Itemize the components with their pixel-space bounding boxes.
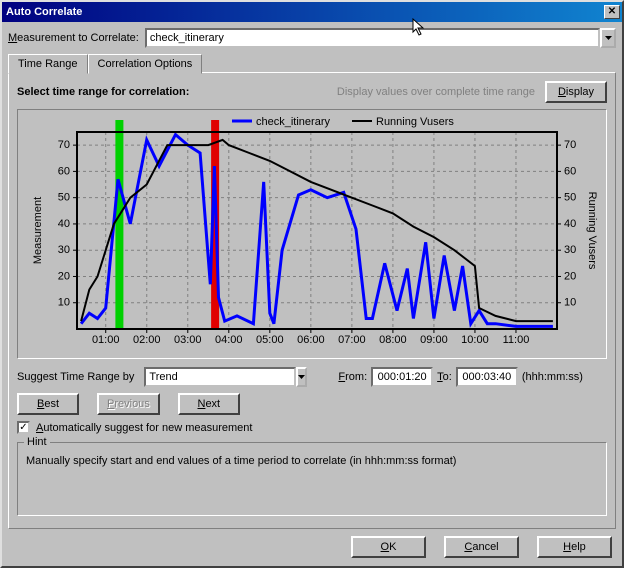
next-button[interactable]: Next — [178, 393, 240, 415]
help-button[interactable]: Help — [537, 536, 612, 558]
hint-text: Manually specify start and end values of… — [26, 455, 456, 467]
svg-text:30: 30 — [564, 244, 576, 256]
svg-text:60: 60 — [58, 165, 70, 177]
svg-text:10:00: 10:00 — [461, 334, 489, 346]
tab-correlation-options[interactable]: Correlation Options — [88, 54, 203, 74]
svg-text:20: 20 — [58, 270, 70, 282]
svg-text:02:00: 02:00 — [133, 334, 161, 346]
svg-text:Measurement: Measurement — [32, 197, 44, 264]
titlebar: Auto Correlate ✕ — [2, 2, 622, 22]
svg-text:40: 40 — [564, 218, 576, 230]
auto-suggest-label: Automatically suggest for new measuremen… — [36, 422, 252, 434]
svg-text:50: 50 — [58, 192, 70, 204]
svg-text:60: 60 — [564, 165, 576, 177]
from-label: From: — [338, 371, 367, 383]
measurement-label: Measurement to Correlate: — [8, 32, 139, 44]
svg-text:06:00: 06:00 — [297, 334, 325, 346]
svg-text:04:00: 04:00 — [215, 334, 243, 346]
best-button[interactable]: Best — [17, 393, 79, 415]
svg-text:20: 20 — [564, 270, 576, 282]
svg-text:01:00: 01:00 — [92, 334, 120, 346]
svg-text:07:00: 07:00 — [338, 334, 366, 346]
display-hint: Display values over complete time range — [337, 86, 535, 98]
format-hint: (hhh:mm:ss) — [522, 371, 583, 383]
hint-title: Hint — [24, 436, 50, 448]
svg-text:40: 40 — [58, 218, 70, 230]
chart-area: 10 10 20 20 30 30 40 40 50 50 60 60 70 70 01:00 02:00 03… — [17, 109, 607, 359]
svg-text:70: 70 — [564, 139, 576, 151]
suggest-dropdown-button[interactable] — [296, 367, 307, 387]
measurement-dropdown-button[interactable] — [600, 28, 616, 48]
measurement-dropdown[interactable] — [145, 28, 600, 48]
window-title: Auto Correlate — [6, 6, 604, 18]
svg-text:05:00: 05:00 — [256, 334, 284, 346]
svg-text:check_itinerary: check_itinerary — [256, 116, 330, 128]
hint-group: Hint Manually specify start and end valu… — [17, 442, 607, 516]
ok-button[interactable]: OK — [351, 536, 426, 558]
svg-text:03:00: 03:00 — [174, 334, 202, 346]
auto-suggest-checkbox[interactable]: ✓ — [17, 421, 30, 434]
to-label: To: — [437, 371, 452, 383]
check-icon: ✓ — [19, 423, 27, 432]
close-button[interactable]: ✕ — [604, 5, 620, 19]
suggest-dropdown[interactable] — [144, 367, 296, 387]
pane-heading: Select time range for correlation: — [17, 86, 189, 98]
svg-text:30: 30 — [58, 244, 70, 256]
to-input[interactable] — [456, 367, 518, 387]
display-button[interactable]: Display — [545, 81, 607, 103]
chevron-down-icon — [298, 375, 305, 379]
cancel-button[interactable]: Cancel — [444, 536, 519, 558]
svg-text:50: 50 — [564, 192, 576, 204]
svg-text:11:00: 11:00 — [503, 334, 530, 346]
chart[interactable]: 10 10 20 20 30 30 40 40 50 50 60 60 70 70 01:00 02:00 03… — [22, 114, 602, 354]
svg-text:70: 70 — [58, 139, 70, 151]
chevron-down-icon — [605, 36, 612, 40]
svg-text:Running Vusers: Running Vusers — [376, 116, 454, 128]
previous-button[interactable]: Previous — [97, 393, 160, 415]
svg-text:10: 10 — [564, 297, 576, 309]
suggest-label: Suggest Time Range by — [17, 371, 134, 383]
svg-text:Running Vusers: Running Vusers — [586, 192, 598, 270]
svg-text:10: 10 — [58, 297, 70, 309]
tab-time-range[interactable]: Time Range — [8, 54, 88, 74]
svg-text:08:00: 08:00 — [379, 334, 407, 346]
from-input[interactable] — [371, 367, 433, 387]
svg-text:09:00: 09:00 — [420, 334, 448, 346]
